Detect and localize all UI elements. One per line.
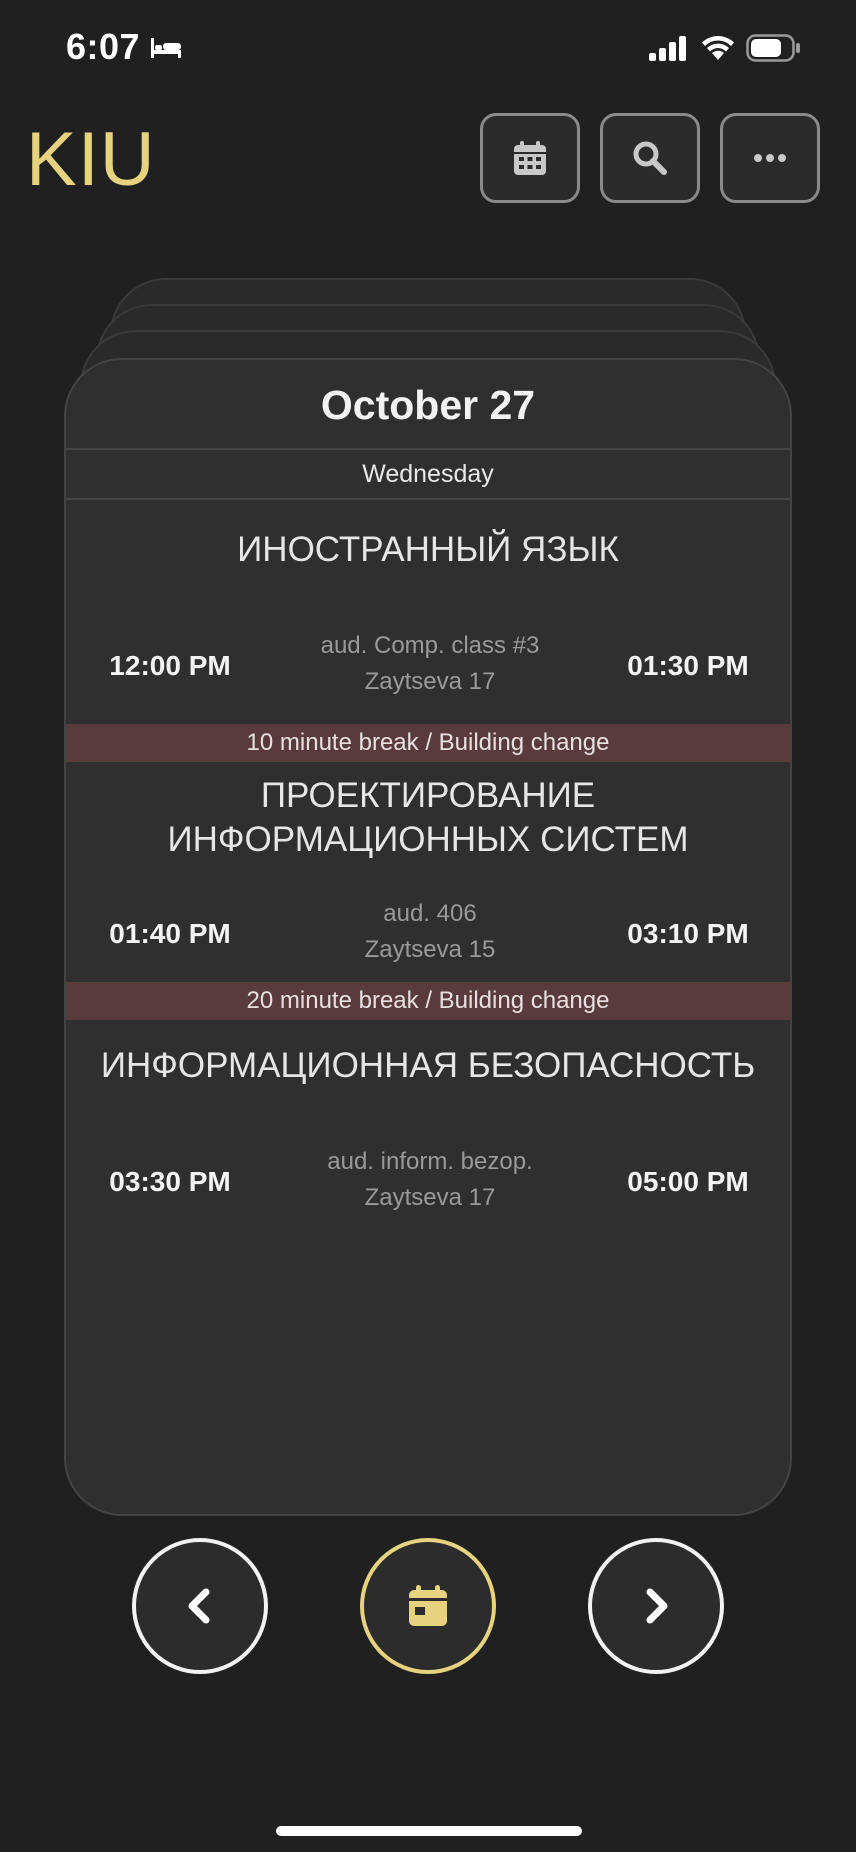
lesson-subject: ИНОСТРАННЫЙ ЯЗЫК: [237, 530, 619, 569]
divider: [66, 448, 790, 450]
card-date: October 27: [320, 382, 536, 428]
lesson-subject: ПРОЕКТИРОВАНИЕ: [260, 776, 596, 815]
wifi-icon: [702, 36, 734, 60]
lesson-room: aud. 406: [383, 900, 477, 927]
today-button[interactable]: [360, 1538, 496, 1674]
break-banner: 10 minute break / Building change: [66, 724, 790, 762]
break-banner: 20 minute break / Building change: [66, 982, 790, 1020]
card-weekday: Wednesday: [362, 460, 494, 488]
lesson-start-time: 12:00 PM: [109, 650, 231, 681]
lesson-building: Zaytseva 17: [364, 1184, 496, 1211]
app-screen: 6:07 KIU October 27 Wednesday ИНОСТРАННЫ…: [0, 0, 856, 1852]
lesson-room: aud. Comp. class #3: [320, 632, 540, 659]
more-horizontal-icon: [754, 154, 786, 162]
lesson-building: Zaytseva 17: [364, 668, 496, 695]
lesson-start-time: 03:30 PM: [109, 1166, 231, 1197]
bed-icon: [151, 38, 181, 58]
calendar-button[interactable]: [480, 113, 580, 203]
search-button[interactable]: [600, 113, 700, 203]
chevron-right-icon: [646, 1588, 668, 1624]
lesson-start-time: 01:40 PM: [109, 918, 231, 949]
search-icon: [633, 141, 667, 175]
lesson-room: aud. inform. bezop.: [327, 1148, 533, 1175]
lesson-end-time: 01:30 PM: [627, 650, 749, 681]
calendar-today-icon: [409, 1585, 447, 1626]
lesson-subject-line2: ИНФОРМАЦИОННЫХ СИСТЕМ: [167, 820, 689, 859]
divider: [66, 498, 790, 500]
lesson-subject: ИНФОРМАЦИОННАЯ БЕЗОПАСНОСТЬ: [100, 1046, 756, 1085]
app-title: KIU: [26, 117, 156, 202]
day-schedule-card[interactable]: October 27 Wednesday ИНОСТРАННЫЙ ЯЗЫК 12…: [64, 358, 792, 1516]
previous-day-button[interactable]: [132, 1538, 268, 1674]
more-button[interactable]: [720, 113, 820, 203]
lesson-building: Zaytseva 15: [364, 936, 496, 963]
calendar-grid-icon: [514, 141, 546, 175]
status-time: 6:07: [66, 26, 141, 67]
lesson-end-time: 03:10 PM: [627, 918, 749, 949]
lesson-end-time: 05:00 PM: [627, 1166, 749, 1197]
chevron-left-icon: [188, 1588, 210, 1624]
battery-icon: [746, 34, 800, 62]
home-indicator[interactable]: [276, 1826, 582, 1836]
next-day-button[interactable]: [588, 1538, 724, 1674]
signal-icon: [649, 36, 686, 61]
